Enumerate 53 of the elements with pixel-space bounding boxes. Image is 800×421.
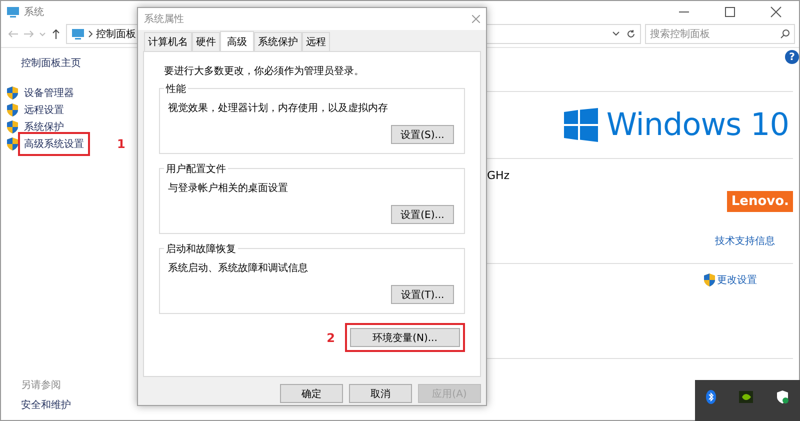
sidebar-link[interactable]: 控制面板主页 [21,56,126,70]
processor-speed-text: GHz [487,169,510,182]
dialog-button[interactable]: 取消 [349,384,412,403]
windows-logo-text: Windows 10 [606,107,789,143]
bluetooth-icon[interactable] [706,390,716,404]
sidebar-link[interactable]: 远程设置 [22,102,66,118]
sidebar-link[interactable]: 系统保护 [22,118,66,134]
tab[interactable]: 远程 [302,32,330,51]
graphics-card-icon[interactable] [738,390,753,402]
shield-icon [6,136,19,150]
up-arrow-icon[interactable] [50,28,62,40]
section-heading: 另请参阅 [21,378,62,392]
tab[interactable]: 硬件 [192,32,220,51]
settings-button[interactable]: 设置(E)... [391,205,454,224]
breadcrumb[interactable]: 控制面板 [96,27,136,41]
dialog-button[interactable]: 确定 [280,384,343,403]
computer-icon [6,6,20,18]
notice-text: 要进行大多数更改，你必须作为管理员登录。 [164,64,365,78]
oem-logo: Lenovo. [727,191,793,212]
group-title: 用户配置文件 [164,162,228,176]
sidebar-link[interactable]: 安全和维护 [21,398,126,412]
settings-button[interactable]: 设置(S)... [391,125,454,144]
help-icon[interactable]: ? [785,50,799,64]
close-icon[interactable] [472,15,480,23]
settings-button[interactable]: 设置(T)... [391,285,454,304]
group-title: 性能 [164,82,188,96]
refresh-icon[interactable] [626,29,636,39]
shield-check-icon[interactable] [776,390,789,404]
tab[interactable]: 计算机名 [144,32,192,51]
computer-icon [71,28,85,40]
step-number: 2 [326,330,335,344]
shield-icon [6,120,19,134]
support-link[interactable]: 技术支持信息 [715,234,775,248]
windows-logo-icon [564,108,598,142]
sidebar-link[interactable]: 设备管理器 [22,84,76,100]
shield-icon [6,86,19,100]
dropdown-caret-icon[interactable] [612,31,620,37]
step-number: 1 [117,136,126,150]
tab[interactable]: 系统保护 [254,32,302,51]
tab[interactable]: 高级 [220,31,254,51]
group-description: 系统启动、系统故障和调试信息 [168,262,309,275]
window-title: 系统 [24,6,44,19]
search-field[interactable]: 搜索控制面板 [645,24,795,44]
shield-icon [6,102,19,116]
environment-variables-button[interactable]: 环境变量(N)... [350,328,460,347]
group-description: 视觉效果，处理器计划，内存使用，以及虚拟内存 [168,102,389,115]
group-title: 启动和故障恢复 [164,242,238,256]
chevron-icon [88,30,93,38]
group-description: 与登录帐户相关的桌面设置 [168,182,289,195]
dialog-title: 系统属性 [144,12,184,26]
search-icon [780,29,790,39]
shield-icon [703,273,716,287]
change-settings-link[interactable]: 更改设置 [717,273,757,287]
